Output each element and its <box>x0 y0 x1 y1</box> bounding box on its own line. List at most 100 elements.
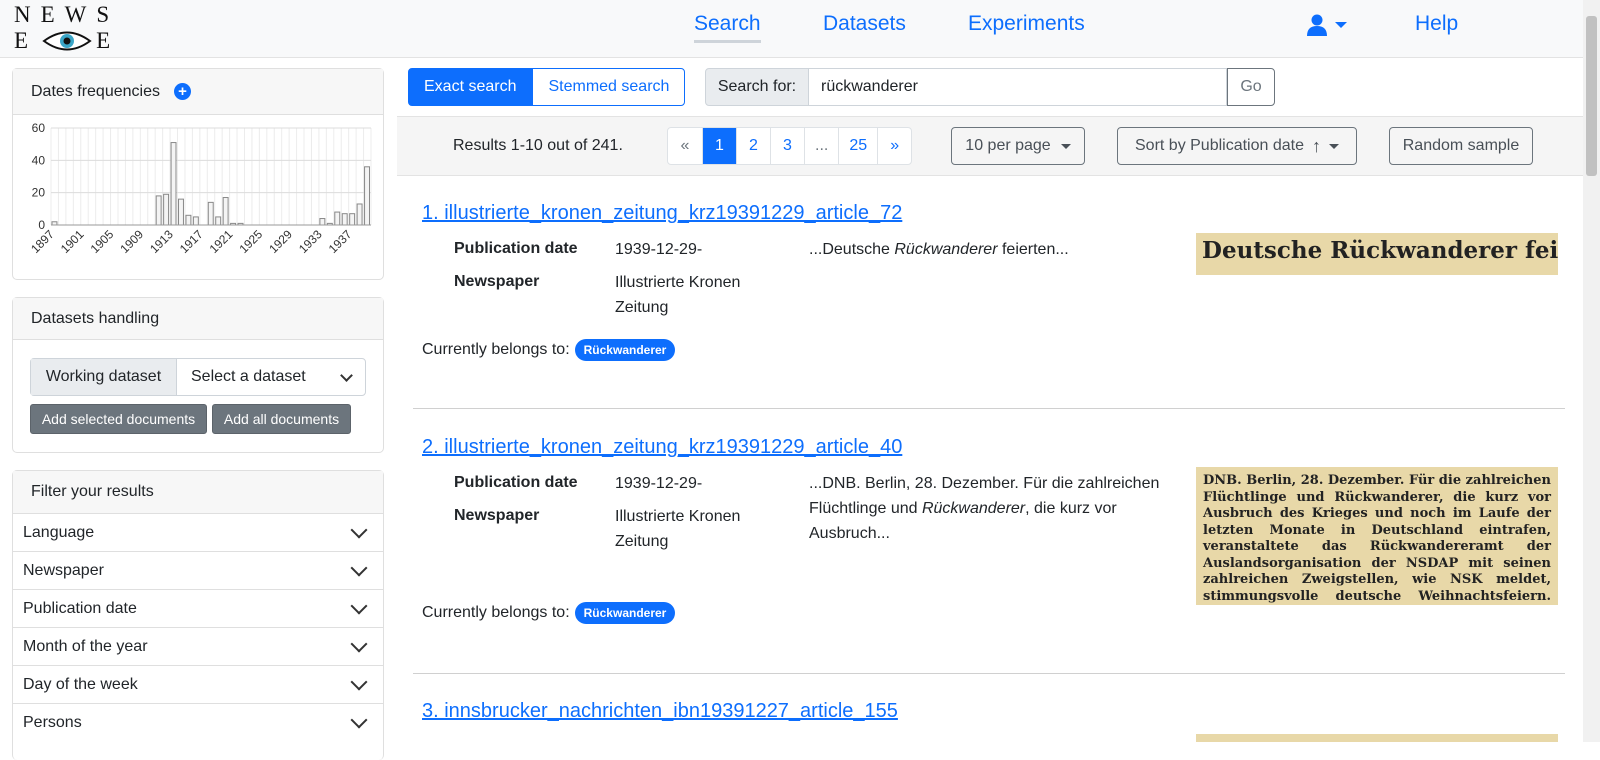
nav-help[interactable]: Help <box>1415 12 1458 36</box>
belongs-label: Currently belongs to: <box>422 341 570 358</box>
chart-bar[interactable] <box>215 216 222 226</box>
logo-text-news: NEWS <box>14 2 120 27</box>
filter-month-of-year[interactable]: Month of the year <box>13 627 383 665</box>
article-thumbnail[interactable]: Deutsche Rückwanderer feierten <box>1196 233 1558 275</box>
chevron-down-icon <box>350 635 368 652</box>
page-scrollbar[interactable] <box>1583 0 1600 742</box>
article-thumbnail[interactable]: DNB. Berlin, 28. Dezember. Für die zahlr… <box>1196 467 1558 605</box>
add-all-documents-button[interactable]: Add all documents <box>212 404 351 434</box>
dates-frequency-chart[interactable]: 02040601897 1901 1905 1909 1913 1917 1921 1925 1… <box>13 116 383 280</box>
dates-frequencies-title: Dates frequencies <box>31 82 160 100</box>
pagination-page-2[interactable]: 2 <box>736 128 770 164</box>
working-dataset-label: Working dataset <box>31 359 177 395</box>
chevron-down-icon <box>350 559 368 576</box>
datasets-handling-card: Datasets handling Working dataset Select… <box>12 297 384 453</box>
article-thumbnail[interactable] <box>1196 734 1558 742</box>
arrow-up-icon: ↑ <box>1312 135 1321 156</box>
nav-datasets[interactable]: Datasets <box>823 12 906 36</box>
sort-label: Sort by Publication date <box>1135 137 1304 154</box>
chart-ytick-label: 20 <box>32 186 46 200</box>
chevron-down-icon <box>350 521 368 538</box>
chart-xtick-label: 1913 <box>147 227 176 256</box>
chart-bar[interactable] <box>349 213 356 226</box>
results-toolbar: Results 1-10 out of 241. « 1 2 3 ... 25 … <box>397 116 1583 176</box>
chevron-down-icon <box>1329 143 1339 149</box>
filter-publication-date[interactable]: Publication date <box>13 589 383 627</box>
nav-experiments[interactable]: Experiments <box>968 12 1085 36</box>
chart-bar[interactable] <box>341 213 348 226</box>
thumbnail-text: Deutsche Rückwanderer feierten <box>1202 237 1558 264</box>
chart-bar[interactable] <box>334 211 341 226</box>
filter-label: Newspaper <box>23 561 104 579</box>
chart-bar[interactable] <box>185 214 192 226</box>
sort-dropdown[interactable]: Sort by Publication date ↑ <box>1117 127 1357 165</box>
result-item: 1. illustrierte_kronen_zeitung_krz193912… <box>413 202 1565 382</box>
result-divider <box>413 673 1565 674</box>
chart-bar[interactable] <box>364 166 370 226</box>
chart-bar[interactable] <box>192 216 199 226</box>
snippet-highlight: Rückwanderer <box>921 500 1026 517</box>
chart-bar[interactable] <box>207 201 214 226</box>
newspaper-value: Illustrierte Kronen Zeitung <box>615 274 741 316</box>
chart-bar[interactable] <box>222 197 229 226</box>
newseye-logo[interactable]: NEWS E E <box>14 2 124 56</box>
random-sample-button[interactable]: Random sample <box>1389 127 1533 165</box>
publication-date-value: 1939-12-29- <box>615 475 703 492</box>
per-page-label: 10 per page <box>965 137 1051 154</box>
dataset-badge[interactable]: Rückwanderer <box>574 339 676 361</box>
pagination-next[interactable]: » <box>877 128 911 164</box>
chart-xtick-label: 1933 <box>296 227 325 256</box>
pagination-page-3[interactable]: 3 <box>770 128 804 164</box>
chart-ytick-label: 40 <box>32 153 46 167</box>
result-item: 3. innsbrucker_nachrichten_ibn19391227_a… <box>413 700 1565 742</box>
chart-bar[interactable] <box>356 203 363 226</box>
result-title-link[interactable]: 1. illustrierte_kronen_zeitung_krz193912… <box>422 202 902 225</box>
search-input[interactable] <box>809 68 1227 106</box>
pagination: « 1 2 3 ... 25 » <box>667 127 913 165</box>
add-selected-documents-button[interactable]: Add selected documents <box>30 404 207 434</box>
dataset-badge[interactable]: Rückwanderer <box>574 602 676 624</box>
result-snippet: ...Deutsche Rückwanderer feierten... <box>809 237 1169 262</box>
go-button[interactable]: Go <box>1227 68 1275 106</box>
chart-bar[interactable] <box>163 193 170 226</box>
filter-newspaper[interactable]: Newspaper <box>13 551 383 589</box>
pagination-page-25[interactable]: 25 <box>838 128 877 164</box>
chevron-down-icon <box>350 673 368 690</box>
per-page-dropdown[interactable]: 10 per page <box>951 127 1085 165</box>
chart-bar[interactable] <box>170 142 177 226</box>
chart-xtick-label: 1897 <box>28 227 57 256</box>
filter-persons[interactable]: Persons <box>13 703 383 741</box>
chart-xtick-label: 1905 <box>88 227 117 256</box>
exact-search-button[interactable]: Exact search <box>408 68 533 106</box>
newspaper-label: Newspaper <box>454 273 540 290</box>
thumbnail-text: DNB. Berlin, 28. Dezember. Für die zahlr… <box>1203 473 1551 604</box>
nav-search[interactable]: Search <box>694 12 761 43</box>
working-dataset-group: Working dataset Select a dataset <box>30 358 366 396</box>
result-title-link[interactable]: 3. innsbrucker_nachrichten_ibn19391227_a… <box>422 700 898 723</box>
filter-language[interactable]: Language <box>13 513 383 551</box>
chevron-down-icon <box>1335 22 1347 28</box>
top-navbar: NEWS E E Search Datasets Experiments Hel… <box>0 0 1583 58</box>
search-for-label: Search for: <box>705 68 809 106</box>
dataset-select[interactable]: Select a dataset <box>177 359 365 395</box>
filter-label: Language <box>23 523 95 541</box>
plus-icon[interactable]: + <box>173 83 191 100</box>
chevron-down-icon <box>340 368 353 382</box>
publication-date-label: Publication date <box>454 240 578 257</box>
stemmed-search-button[interactable]: Stemmed search <box>532 68 686 106</box>
chart-xtick-label: 1925 <box>236 227 265 256</box>
snippet-highlight: Rückwanderer <box>894 241 998 258</box>
chart-bar[interactable] <box>155 195 162 226</box>
result-title-link[interactable]: 2. illustrierte_kronen_zeitung_krz193912… <box>422 436 902 459</box>
user-menu-dropdown[interactable] <box>1307 14 1347 36</box>
filter-day-of-week[interactable]: Day of the week <box>13 665 383 703</box>
chart-xtick-label: 1937 <box>326 227 355 256</box>
scrollbar-thumb[interactable] <box>1586 16 1597 176</box>
pagination-page-1[interactable]: 1 <box>702 128 736 164</box>
filter-label: Publication date <box>23 599 137 617</box>
pagination-prev[interactable]: « <box>668 128 702 164</box>
filter-label: Persons <box>23 713 82 731</box>
snippet-text: feierten... <box>997 241 1069 258</box>
chart-bar[interactable] <box>178 198 184 226</box>
chart-bar[interactable] <box>319 218 326 226</box>
